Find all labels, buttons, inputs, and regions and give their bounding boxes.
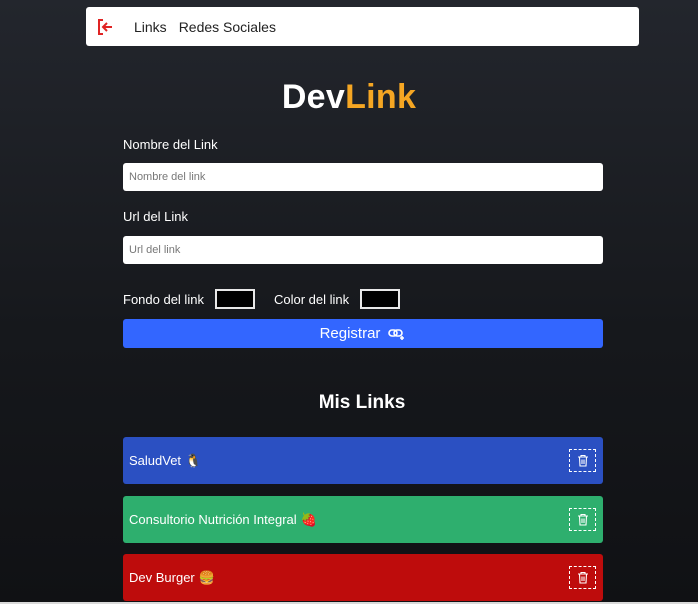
- trash-icon: [577, 454, 588, 467]
- header-nav: Links Redes Sociales: [86, 7, 639, 46]
- logo-part-dev: Dev: [281, 78, 346, 116]
- nav-link-links[interactable]: Links: [134, 19, 167, 35]
- register-button[interactable]: Registrar: [123, 319, 603, 348]
- link-item-name: Dev Burger 🍔: [129, 570, 215, 586]
- nav-link-redes-sociales[interactable]: Redes Sociales: [179, 19, 276, 35]
- link-item[interactable]: SaludVet 🐧: [123, 437, 603, 484]
- name-label: Nombre del Link: [123, 137, 218, 152]
- link-item[interactable]: Consultorio Nutrición Integral 🍓: [123, 496, 603, 543]
- url-label: Url del Link: [123, 209, 189, 224]
- text-color-label: Color del link: [273, 291, 350, 307]
- background-color-label: Fondo del link: [123, 291, 204, 307]
- my-links-title: Mis Links: [318, 392, 406, 413]
- logo-part-link: Link: [345, 78, 417, 116]
- link-add-icon: [388, 327, 406, 341]
- link-item-label: Dev Burger: [129, 570, 195, 585]
- link-item-name: SaludVet 🐧: [129, 453, 201, 469]
- delete-link-button[interactable]: [569, 508, 596, 531]
- link-item-name: Consultorio Nutrición Integral 🍓: [129, 512, 317, 528]
- register-button-label: Registrar: [319, 325, 381, 342]
- link-name-input[interactable]: [123, 163, 603, 191]
- background-color-picker[interactable]: [214, 289, 255, 309]
- trash-icon: [577, 513, 588, 526]
- app-logo: DevLink: [0, 78, 698, 117]
- delete-link-button[interactable]: [569, 449, 596, 472]
- delete-link-button[interactable]: [569, 566, 596, 589]
- logout-icon[interactable]: [94, 16, 116, 38]
- link-item[interactable]: Dev Burger 🍔: [123, 554, 603, 601]
- link-url-input[interactable]: [123, 236, 603, 264]
- link-item-emoji: 🐧: [185, 452, 202, 468]
- link-item-emoji: 🍔: [198, 569, 215, 585]
- link-item-label: Consultorio Nutrición Integral: [129, 512, 297, 527]
- text-color-picker[interactable]: [360, 289, 401, 309]
- color-options: Fondo del link Color del link: [123, 288, 401, 310]
- link-item-label: SaludVet: [129, 453, 182, 468]
- link-item-emoji: 🍓: [300, 511, 317, 527]
- trash-icon: [577, 571, 588, 584]
